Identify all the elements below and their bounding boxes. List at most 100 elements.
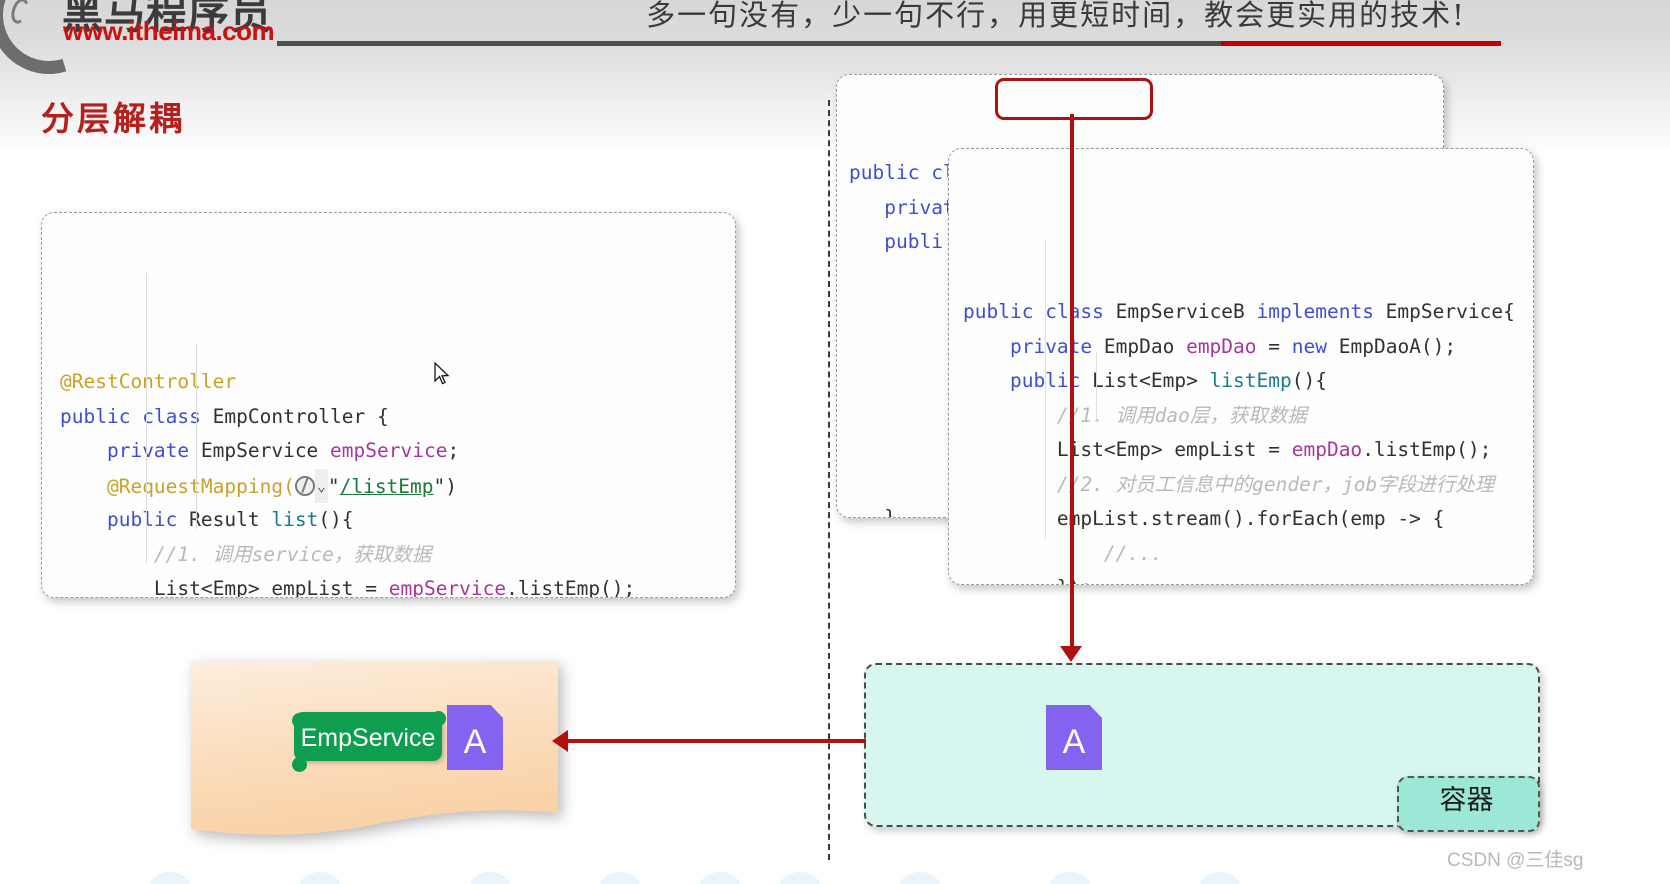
interface-node-label: EmpService xyxy=(300,724,436,752)
chevron-down-icon[interactable]: ⌄ xyxy=(314,468,328,503)
code-token: public xyxy=(849,161,920,184)
itheima-logo: 黑马程序员 www.itheima.com xyxy=(0,0,275,95)
highlight-box-emp-service-a xyxy=(995,78,1153,120)
code-token: private xyxy=(106,439,190,462)
code-token: = xyxy=(1256,334,1292,358)
slide-canvas: 黑马程序员 www.itheima.com 多一句没有，少一句不行，用更短时间，… xyxy=(0,0,1670,884)
code-line: public Result list(){ xyxy=(60,503,735,538)
header-rule-red xyxy=(1221,41,1501,46)
code-line: public class EmpController { xyxy=(60,400,735,435)
code-line: //1. 调用service，获取数据 xyxy=(60,538,735,573)
header-slogan: 多一句没有，少一句不行，用更短时间，教会更实用的技术! xyxy=(646,0,1466,32)
code-token: .listEmp(); xyxy=(506,577,636,598)
code-token: implements xyxy=(1256,300,1374,323)
indent-guide xyxy=(196,344,197,529)
code-line: //1. 调用dao层，获取数据 xyxy=(963,399,1533,434)
arrow-down-icon xyxy=(1060,646,1082,662)
code-token: empService xyxy=(330,439,448,462)
pill-nub-top-left xyxy=(292,713,307,728)
code-token: //... xyxy=(963,541,1163,565)
code-token: new xyxy=(1291,334,1327,358)
code-token: class xyxy=(1045,300,1104,323)
code-line: private EmpDao empDao = new EmpDaoA(); xyxy=(963,330,1533,365)
code-token: EmpController { xyxy=(200,404,389,428)
impl-node-a-right[interactable]: A xyxy=(1046,705,1102,770)
code-token: public xyxy=(106,508,178,531)
code-token: public xyxy=(60,404,131,428)
indent-guide xyxy=(1045,239,1046,539)
code-token: public xyxy=(963,300,1034,323)
url-globe-icon[interactable] xyxy=(294,475,315,496)
code-line: public List<Emp> listEmp(){ xyxy=(963,364,1533,399)
interface-node-empservice[interactable]: EmpService xyxy=(294,712,442,761)
code-line: }); xyxy=(963,571,1533,584)
code-token: List<Emp> empList = xyxy=(963,438,1292,461)
pill-nub-bottom-left xyxy=(292,757,307,772)
code-token: .listEmp(); xyxy=(1362,438,1492,461)
code-token: @RequestMapping( xyxy=(106,474,295,498)
code-token: List<Emp> xyxy=(1080,369,1210,392)
arrow-left-icon xyxy=(552,730,568,752)
code-line: private EmpService empService; xyxy=(60,434,735,469)
code-token: @RestController xyxy=(60,370,237,393)
code-token: //1. 调用dao层，获取数据 xyxy=(963,403,1307,427)
code-token: //2. 对员工信息中的gender，job字段进行处理 xyxy=(963,472,1495,496)
code-token: List<Emp> empList = xyxy=(60,577,389,598)
code-line: //2. 对员工信息中的gender，job字段进行处理 xyxy=(963,468,1533,503)
container-tab-label: 容器 xyxy=(1439,785,1494,816)
code-line: List<Emp> empList = empService.listEmp()… xyxy=(60,572,735,598)
code-token: EmpDaoA(); xyxy=(1327,334,1457,358)
code-token: publi xyxy=(884,230,943,253)
code-token: } xyxy=(849,506,896,518)
code-token: (){ xyxy=(1291,369,1327,392)
code-token: private xyxy=(1009,334,1093,358)
header-rule-dark xyxy=(277,41,1221,46)
code-token: ") xyxy=(433,474,457,498)
code-token: EmpService{ xyxy=(1373,300,1515,323)
code-token: empList.stream().forEach(emp -> { xyxy=(963,507,1445,530)
vertical-divider xyxy=(828,100,830,860)
impl-node-a-left[interactable]: A xyxy=(447,705,503,770)
pill-nub-top-right xyxy=(431,711,446,726)
code-block-emp-service-b: public class EmpServiceB implements EmpS… xyxy=(948,148,1534,585)
code-token: " xyxy=(327,474,340,498)
code-token: ; xyxy=(447,439,460,462)
code-token: EmpDao xyxy=(1092,334,1187,358)
code-token: class xyxy=(142,404,201,428)
code-line: public class EmpServiceB implements EmpS… xyxy=(963,295,1533,330)
code-line: empList.stream().forEach(emp -> { xyxy=(963,502,1533,537)
code-token: EmpServiceB xyxy=(1103,300,1257,323)
code-line: @RequestMapping(⌄ "/listEmp") xyxy=(60,468,735,503)
code-lines-controller: @RestController public class EmpControlle… xyxy=(60,365,735,598)
mouse-cursor-icon xyxy=(434,362,450,385)
indent-guide xyxy=(146,273,147,563)
connector-vertical-line xyxy=(1070,114,1074,654)
code-token: (){ xyxy=(318,508,354,531)
logo-brand-url: www.itheima.com xyxy=(63,16,275,46)
code-block-emp-controller: @RestController public class EmpControlle… xyxy=(41,212,736,598)
code-line: @RestController xyxy=(60,365,735,400)
code-line: //... xyxy=(963,537,1533,572)
code-token: empDao xyxy=(1186,334,1257,358)
code-lines-service-b: public class EmpServiceB implements EmpS… xyxy=(963,295,1533,584)
impl-node-a-left-label: A xyxy=(463,723,487,761)
code-token: listEmp xyxy=(1209,369,1292,392)
connector-horizontal-line xyxy=(566,739,866,743)
page-title: 分层解耦 xyxy=(41,99,185,138)
bottom-decoration xyxy=(0,854,1670,884)
impl-node-a-right-label: A xyxy=(1062,723,1086,761)
code-token: empDao xyxy=(1291,438,1363,461)
